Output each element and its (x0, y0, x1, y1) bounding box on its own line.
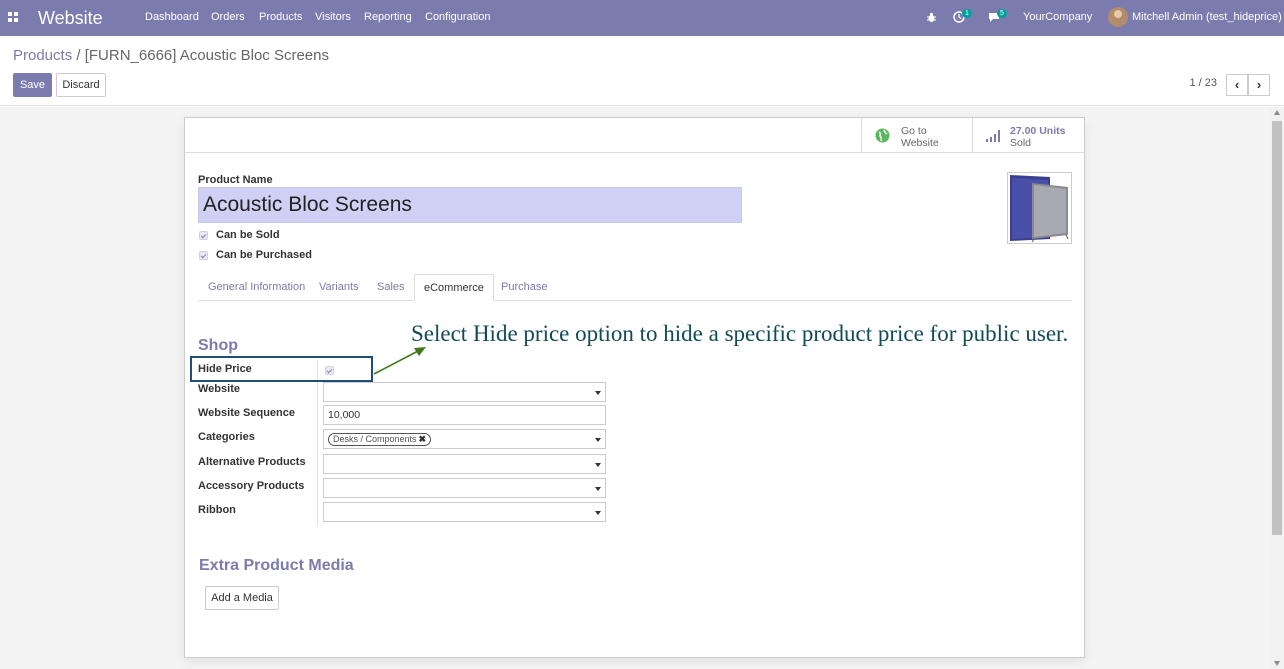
chevron-left-icon: ‹ (1234, 77, 1240, 92)
ribbon-select[interactable] (323, 502, 606, 522)
go-to-website-button[interactable]: Go to Website (861, 118, 973, 153)
product-image[interactable] (1007, 172, 1072, 244)
website-select[interactable] (323, 382, 606, 402)
remove-tag-icon[interactable]: ✖ (419, 434, 427, 444)
website-sequence-label: Website Sequence (198, 407, 295, 419)
field-separator (317, 360, 318, 526)
menu-visitors[interactable]: Visitors (315, 11, 351, 23)
caret-down-icon (595, 438, 601, 442)
hide-price-highlight-box (190, 356, 373, 382)
breadcrumb: Products / [FURN_6666] Acoustic Bloc Scr… (13, 47, 329, 64)
globe-icon (875, 128, 890, 143)
tab-ecommerce[interactable]: eCommerce (414, 274, 494, 301)
smart-button-box: Go to Website 27.00 Units Sold (185, 118, 1084, 153)
signal-bars-icon (986, 130, 1000, 142)
chevron-right-icon: › (1256, 77, 1262, 92)
annotation-arrow-icon (373, 347, 426, 375)
add-a-media-button[interactable]: Add a Media (205, 586, 279, 610)
shop-section-title: Shop (198, 337, 238, 354)
categories-select[interactable]: Desks / Components ✖ (323, 429, 606, 449)
menu-products[interactable]: Products (259, 11, 302, 23)
acoustic-screens-picture (1010, 175, 1069, 243)
form-sheet: Go to Website 27.00 Units Sold Product N… (184, 117, 1085, 658)
pager-value[interactable]: 1 / 23 (1189, 77, 1217, 89)
go-to-label: Go to (901, 125, 927, 137)
activities-badge: 1 (962, 9, 972, 18)
pager-next-button[interactable]: › (1248, 74, 1270, 96)
ribbon-label: Ribbon (198, 504, 236, 516)
accessory-products-label: Accessory Products (198, 480, 305, 492)
can-be-sold-checkbox[interactable] (199, 231, 208, 240)
can-be-purchased-checkbox[interactable] (199, 251, 208, 260)
category-tag: Desks / Components ✖ (328, 433, 432, 446)
menu-dashboard[interactable]: Dashboard (145, 11, 199, 23)
sold-label: Sold (1010, 137, 1032, 149)
website-label: Website (198, 383, 240, 395)
alternative-products-label: Alternative Products (198, 456, 306, 468)
extra-product-media-title: Extra Product Media (199, 557, 354, 574)
company-switcher[interactable]: YourCompany (1023, 11, 1092, 23)
caret-down-icon (595, 511, 601, 515)
product-name-input[interactable]: Acoustic Bloc Screens (198, 187, 742, 223)
units-sold-button[interactable]: 27.00 Units Sold (972, 118, 1084, 153)
notebook-tabs: General Information Variants Sales eComm… (198, 274, 1072, 301)
vertical-scrollbar[interactable] (1270, 107, 1284, 669)
control-panel: Products / [FURN_6666] Acoustic Bloc Scr… (0, 36, 1284, 106)
units-sold-value: 27.00 Units (1010, 125, 1066, 137)
category-tag-label: Desks / Components (333, 434, 417, 444)
menu-orders[interactable]: Orders (211, 11, 245, 23)
breadcrumb-products-link[interactable]: Products (13, 47, 72, 64)
messages-badge: 5 (997, 9, 1007, 18)
annotation-text: Select Hide price option to hide a speci… (411, 321, 1069, 346)
user-avatar[interactable] (1108, 7, 1128, 27)
caret-down-icon (595, 487, 601, 491)
alternative-products-select[interactable] (323, 454, 606, 474)
debug-bug-icon[interactable] (926, 12, 937, 23)
categories-label: Categories (198, 431, 255, 443)
discard-button[interactable]: Discard (56, 73, 106, 97)
can-be-sold-label: Can be Sold (216, 229, 280, 241)
user-menu[interactable]: Mitchell Admin (test_hideprice) (1132, 11, 1282, 23)
menu-reporting[interactable]: Reporting (364, 11, 412, 23)
pager-prev-button[interactable]: ‹ (1226, 74, 1248, 96)
apps-menu-icon[interactable] (8, 12, 19, 23)
caret-down-icon (595, 463, 601, 467)
product-name-label: Product Name (198, 174, 273, 186)
scroll-down-arrow-icon[interactable] (1274, 661, 1280, 666)
scrollbar-thumb[interactable] (1272, 121, 1282, 535)
accessory-products-select[interactable] (323, 478, 606, 498)
app-brand[interactable]: Website (38, 8, 103, 29)
tab-variants[interactable]: Variants (310, 274, 368, 301)
tab-sales[interactable]: Sales (368, 274, 414, 301)
save-button[interactable]: Save (13, 73, 52, 97)
tab-purchase[interactable]: Purchase (492, 274, 556, 301)
breadcrumb-current: [FURN_6666] Acoustic Bloc Screens (84, 47, 329, 64)
can-be-purchased-label: Can be Purchased (216, 249, 312, 261)
website-label: Website (901, 137, 939, 149)
menu-configuration[interactable]: Configuration (425, 11, 490, 23)
breadcrumb-separator: / (76, 47, 81, 64)
website-sequence-input[interactable]: 10,000 (323, 405, 606, 425)
top-navbar: Website Dashboard Orders Products Visito… (0, 0, 1284, 36)
caret-down-icon (595, 391, 601, 395)
tab-general-information[interactable]: General Information (199, 274, 314, 301)
scroll-up-arrow-icon[interactable] (1274, 110, 1280, 115)
